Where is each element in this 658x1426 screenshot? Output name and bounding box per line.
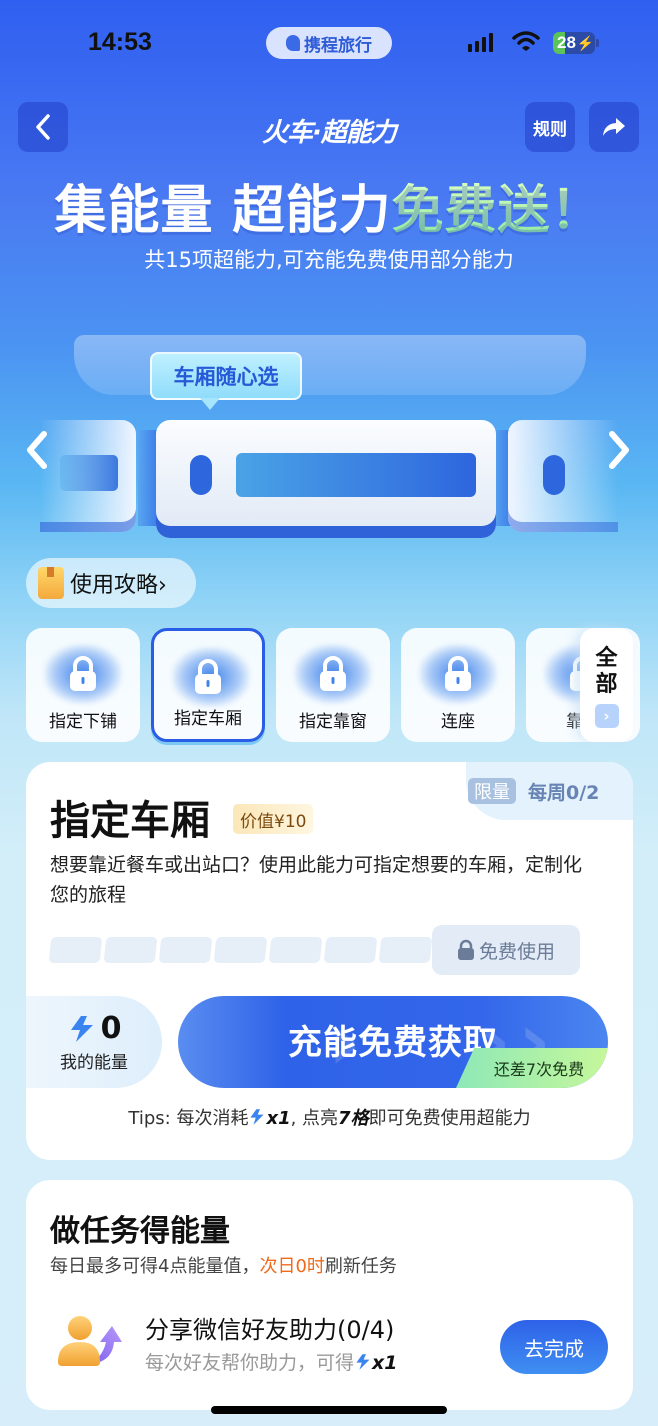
progress-cell xyxy=(158,937,213,963)
view-all-label-2: 部 xyxy=(595,672,618,697)
tips-mid: , 点亮 xyxy=(290,1108,339,1129)
share-arrow-icon xyxy=(603,118,625,136)
progress-cell xyxy=(213,937,268,963)
tips-suffix: 即可免费使用超能力 xyxy=(368,1108,531,1129)
task-reward: x1 xyxy=(372,1352,398,1374)
wifi-icon xyxy=(512,31,540,51)
hero-title-highlight: 免费送！ xyxy=(391,181,604,241)
tips-text: Tips: 每次消耗 x1, 点亮7格即可免费使用超能力 xyxy=(26,1104,633,1130)
task-description: 每次好友帮你助力，可得 x1 xyxy=(145,1348,398,1375)
free-use-label: 免费使用 xyxy=(478,940,555,963)
energy-label: 我的能量 xyxy=(60,1053,128,1073)
free-use-button[interactable]: 免费使用 xyxy=(432,925,580,975)
progress-cell xyxy=(48,937,103,963)
view-all-label-1: 全 xyxy=(595,646,618,671)
lock-icon xyxy=(445,656,471,691)
ability-title: 指定车厢 xyxy=(50,798,210,844)
complete-task-button[interactable]: 去完成 xyxy=(500,1320,608,1374)
lock-icon xyxy=(70,656,96,691)
usage-guide-label: 使用攻略› xyxy=(70,573,167,598)
ability-label: 连座 xyxy=(441,712,475,732)
remaining-count-tag: 还差7次免费 xyxy=(456,1048,608,1088)
energy-progress xyxy=(48,937,433,963)
energy-bolt-icon xyxy=(356,1354,370,1370)
tasks-refresh-time: 次日0时 xyxy=(259,1256,325,1277)
ability-tile-window[interactable]: 指定靠窗 xyxy=(276,628,390,742)
banner-bubble: 车厢随心选 xyxy=(150,352,302,400)
task-name: 分享微信好友助力(0/4) xyxy=(145,1316,395,1344)
tips-prefix: Tips: 每次消耗 xyxy=(128,1108,249,1129)
share-friend-icon xyxy=(58,1316,122,1366)
value-badge: 价值¥10 xyxy=(233,804,314,834)
my-energy: 0 我的能量 xyxy=(26,996,162,1088)
carousel-prev-button[interactable] xyxy=(24,430,50,481)
charging-bolt-icon: ⚡ xyxy=(576,34,595,51)
progress-cell xyxy=(103,937,158,963)
brand-logo-icon xyxy=(286,35,300,51)
ability-label: 指定下铺 xyxy=(49,712,117,732)
ability-label: 指定靠窗 xyxy=(299,712,367,732)
ability-tiles: 指定下铺 指定车厢 指定靠窗 连座 靠过 xyxy=(26,628,640,742)
progress-cell xyxy=(323,937,378,963)
train-window xyxy=(60,455,118,491)
ability-description: 想要靠近餐车或出站口？使用此能力可指定想要的车厢，定制化您的旅程 xyxy=(50,854,583,906)
hero-title: 集能量 超能力免费送！ xyxy=(0,168,658,243)
lock-icon xyxy=(195,659,221,694)
book-icon xyxy=(38,567,64,599)
tips-count: 7格 xyxy=(338,1108,369,1129)
chevron-left-icon xyxy=(27,431,47,469)
task-desc-prefix: 每次好友帮你助力，可得 xyxy=(145,1352,355,1374)
view-all-abilities-button[interactable]: 全 部 › xyxy=(580,628,633,742)
hero-subtitle: 共15项超能力,可充能免费使用部分能力 xyxy=(144,248,514,272)
charge-for-free-button[interactable]: › › › 充能免费获取 还差7次免费 xyxy=(178,996,608,1088)
battery-level: 28 xyxy=(557,33,576,52)
ability-tile-adjacent-seats[interactable]: 连座 xyxy=(401,628,515,742)
tips-cost: x1 xyxy=(266,1108,291,1129)
progress-cell xyxy=(268,937,323,963)
cellular-signal-icon xyxy=(468,33,493,52)
energy-bolt-icon xyxy=(250,1109,265,1125)
bubble-tail xyxy=(200,398,220,410)
lock-icon xyxy=(457,939,474,960)
status-time: 14:53 xyxy=(88,28,152,56)
rules-button[interactable]: 规则 xyxy=(525,102,575,152)
progress-cell xyxy=(378,937,433,963)
tasks-subtitle-prefix: 每日最多可得4点能量值， xyxy=(50,1256,260,1277)
carousel-next-button[interactable] xyxy=(606,430,632,481)
train-door xyxy=(190,455,212,495)
brand-pill[interactable]: 携程旅行 xyxy=(266,27,392,59)
chevron-right-icon xyxy=(609,431,629,469)
train-coupler xyxy=(138,430,158,526)
energy-bolt-icon xyxy=(70,1015,93,1042)
lock-icon xyxy=(320,656,346,691)
weekly-limit: 每周0/2 xyxy=(528,782,600,804)
tasks-title: 做任务得能量 xyxy=(50,1214,230,1249)
home-indicator[interactable] xyxy=(211,1406,447,1414)
ability-label: 指定车厢 xyxy=(174,709,242,729)
ability-tile-lower-berth[interactable]: 指定下铺 xyxy=(26,628,140,742)
tasks-subtitle: 每日最多可得4点能量值，次日0时刷新任务 xyxy=(50,1252,397,1278)
chevron-right-icon: › xyxy=(594,704,619,728)
brand-name: 携程旅行 xyxy=(304,35,372,56)
train-window xyxy=(236,453,476,497)
share-button[interactable] xyxy=(589,102,639,152)
hero-title-main: 集能量 超能力 xyxy=(54,181,392,241)
usage-guide-link[interactable]: 使用攻略› xyxy=(26,558,196,608)
battery-tip xyxy=(596,39,599,47)
ability-tile-carriage[interactable]: 指定车厢 xyxy=(151,628,265,742)
charge-label: 充能免费获取 xyxy=(288,1022,498,1063)
tasks-subtitle-suffix: 刷新任务 xyxy=(324,1256,397,1277)
energy-value: 0 xyxy=(100,1011,122,1046)
train-door xyxy=(543,455,565,495)
limit-badge: 限量 xyxy=(468,778,516,804)
battery-icon: 28 ⚡ xyxy=(553,32,595,54)
